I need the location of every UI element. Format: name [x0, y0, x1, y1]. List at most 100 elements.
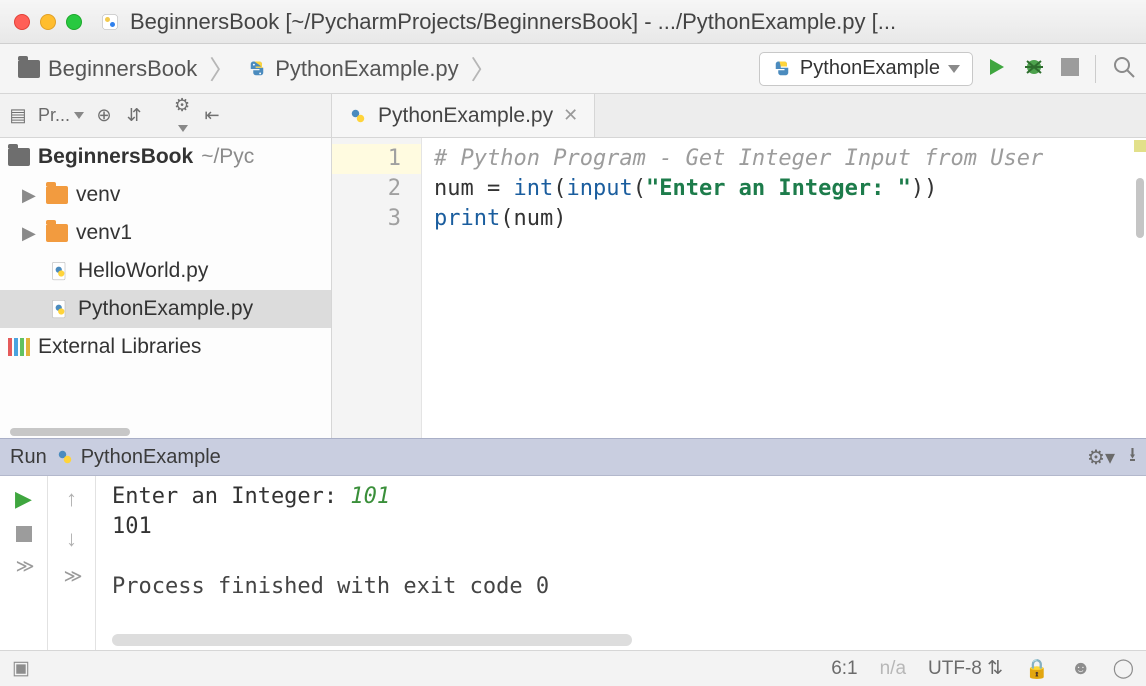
expand-icon[interactable]: ▶	[22, 185, 38, 206]
breadcrumb-root-label: BeginnersBook	[48, 56, 197, 82]
chevron-down-icon	[948, 65, 960, 73]
project-root-label: BeginnersBook	[38, 145, 193, 169]
breadcrumb-root[interactable]: BeginnersBook	[10, 52, 205, 86]
breadcrumb-file-label: PythonExample.py	[275, 56, 458, 82]
run-tool-header[interactable]: Run PythonExample ⚙▾ ⭳	[0, 438, 1146, 476]
folder-icon	[8, 148, 30, 166]
run-button[interactable]	[987, 57, 1007, 80]
folder-icon	[46, 224, 68, 242]
app-icon	[100, 12, 120, 32]
debug-button[interactable]	[1023, 56, 1045, 81]
console-line-exit: Process finished with exit code 0	[112, 572, 1130, 602]
chevron-down-icon	[74, 112, 84, 119]
project-tree[interactable]: BeginnersBook ~/Pyc ▶ venv ▶ venv1 Hello…	[0, 138, 331, 424]
tree-node-label: venv1	[76, 221, 132, 245]
gutter-line-2: 2	[332, 174, 401, 204]
search-everywhere-button[interactable]	[1112, 55, 1136, 82]
window-minimize-button[interactable]	[40, 14, 56, 30]
code-line-3: print(num)	[434, 206, 566, 231]
window-zoom-button[interactable]	[66, 14, 82, 30]
window-close-button[interactable]	[14, 14, 30, 30]
expand-icon[interactable]: ▶	[22, 223, 38, 244]
file-encoding[interactable]: UTF-8 ⇅	[928, 657, 1003, 680]
folder-icon	[46, 186, 68, 204]
project-view-icon[interactable]: ▤	[8, 105, 28, 126]
inspector-icon[interactable]: ☻	[1071, 658, 1091, 680]
editor-area: PythonExample.py ✕ 1 2 3 # Python Progra…	[332, 94, 1146, 438]
tree-node-venv1[interactable]: ▶ venv1	[0, 214, 331, 252]
project-tool-window: ▤ Pr... ⊕ ⇵ ⚙ ⇤ BeginnersBook ~/Pyc ▶ ve…	[0, 94, 332, 438]
scrollbar-thumb[interactable]	[1136, 178, 1144, 238]
run-configuration-dropdown[interactable]: PythonExample	[759, 52, 973, 86]
project-root-path: ~/Pyc	[201, 145, 254, 169]
window-title: BeginnersBook [~/PycharmProjects/Beginne…	[130, 9, 896, 35]
project-view-selector[interactable]: Pr...	[38, 105, 84, 126]
more-button[interactable]: ≫	[64, 566, 80, 587]
run-tool-title: Run	[10, 446, 47, 469]
close-tab-button[interactable]: ✕	[563, 105, 578, 126]
separator	[1095, 55, 1096, 83]
toggle-tool-windows-button[interactable]: ▣	[12, 657, 30, 680]
console-line-prompt: Enter an Integer: 101	[112, 484, 390, 509]
python-file-icon	[50, 261, 70, 281]
tree-node-external-libraries[interactable]: External Libraries	[0, 328, 331, 366]
collapse-all-button[interactable]: ⇵	[124, 105, 144, 126]
locate-file-button[interactable]: ⊕	[94, 105, 114, 126]
project-root-node[interactable]: BeginnersBook ~/Pyc	[0, 138, 331, 176]
code-content[interactable]: # Python Program - Get Integer Input fro…	[422, 138, 1146, 438]
editor-gutter[interactable]: 1 2 3	[332, 138, 422, 438]
run-settings-gear-icon[interactable]: ⚙▾	[1087, 445, 1115, 470]
line-separator[interactable]: n/a	[880, 658, 906, 680]
chevron-right-icon: 〉	[205, 50, 239, 87]
window-titlebar: BeginnersBook [~/PycharmProjects/Beginne…	[0, 0, 1146, 44]
run-tool-window: Run PythonExample ⚙▾ ⭳ ▶ ≫ ↑ ↓ ≫ Enter a…	[0, 438, 1146, 650]
tree-node-helloworld[interactable]: HelloWorld.py	[0, 252, 331, 290]
run-nav-toolbar: ↑ ↓ ≫	[48, 476, 96, 650]
stop-process-button[interactable]	[16, 526, 32, 542]
rerun-button[interactable]: ▶	[15, 486, 32, 512]
project-toolbar: ▤ Pr... ⊕ ⇵ ⚙ ⇤	[0, 94, 331, 138]
breadcrumb-file[interactable]: PythonExample.py	[239, 52, 466, 86]
editor-scrollbar[interactable]	[1134, 138, 1146, 438]
tree-node-venv[interactable]: ▶ venv	[0, 176, 331, 214]
marker-warning-icon	[1134, 140, 1146, 152]
chevron-right-icon: 〉	[467, 50, 501, 87]
feedback-icon[interactable]: ◯	[1113, 657, 1134, 680]
tree-node-label: venv	[76, 183, 120, 207]
console-horizontal-scrollbar[interactable]	[112, 634, 632, 646]
settings-gear-icon[interactable]: ⚙	[172, 95, 192, 137]
status-bar: ▣ 6:1 n/a UTF-8 ⇅ 🔒 ☻ ◯	[0, 650, 1146, 686]
tree-node-label: External Libraries	[38, 335, 201, 359]
editor-tab-label: PythonExample.py	[378, 104, 553, 128]
run-config-name: PythonExample	[81, 446, 221, 469]
run-console[interactable]: Enter an Integer: 101 101 Process finish…	[96, 476, 1146, 650]
python-icon	[55, 447, 75, 467]
folder-icon	[18, 60, 40, 78]
run-export-icon[interactable]: ⭳	[1129, 440, 1136, 474]
gutter-line-1: 1	[332, 144, 421, 174]
project-view-label: Pr...	[38, 105, 70, 126]
code-editor[interactable]: 1 2 3 # Python Program - Get Integer Inp…	[332, 138, 1146, 438]
editor-tabs: PythonExample.py ✕	[332, 94, 1146, 138]
console-line-echo: 101	[112, 512, 1130, 542]
project-horizontal-scrollbar[interactable]	[0, 424, 331, 438]
navigation-bar: BeginnersBook 〉 PythonExample.py 〉 Pytho…	[0, 44, 1146, 94]
lock-icon[interactable]: 🔒	[1025, 657, 1049, 681]
python-file-icon	[348, 106, 368, 126]
tree-node-label: HelloWorld.py	[78, 259, 208, 283]
tree-node-label: PythonExample.py	[78, 297, 253, 321]
run-left-toolbar: ▶ ≫	[0, 476, 48, 650]
editor-tab-pythonexample[interactable]: PythonExample.py ✕	[332, 94, 595, 137]
run-configuration-label: PythonExample	[800, 57, 940, 80]
libraries-icon	[8, 338, 30, 356]
hide-panel-button[interactable]: ⇤	[202, 105, 222, 126]
down-stack-button[interactable]: ↓	[66, 526, 77, 552]
stop-button[interactable]	[1061, 58, 1079, 79]
tree-node-pythonexample[interactable]: PythonExample.py	[0, 290, 331, 328]
expand-button[interactable]: ≫	[16, 556, 32, 577]
up-stack-button[interactable]: ↑	[66, 486, 77, 512]
code-line-1: # Python Program - Get Integer Input fro…	[434, 146, 1043, 171]
cursor-position[interactable]: 6:1	[831, 658, 857, 680]
python-icon	[772, 59, 792, 79]
code-line-2: num = int(input("Enter an Integer: "))	[434, 176, 937, 201]
